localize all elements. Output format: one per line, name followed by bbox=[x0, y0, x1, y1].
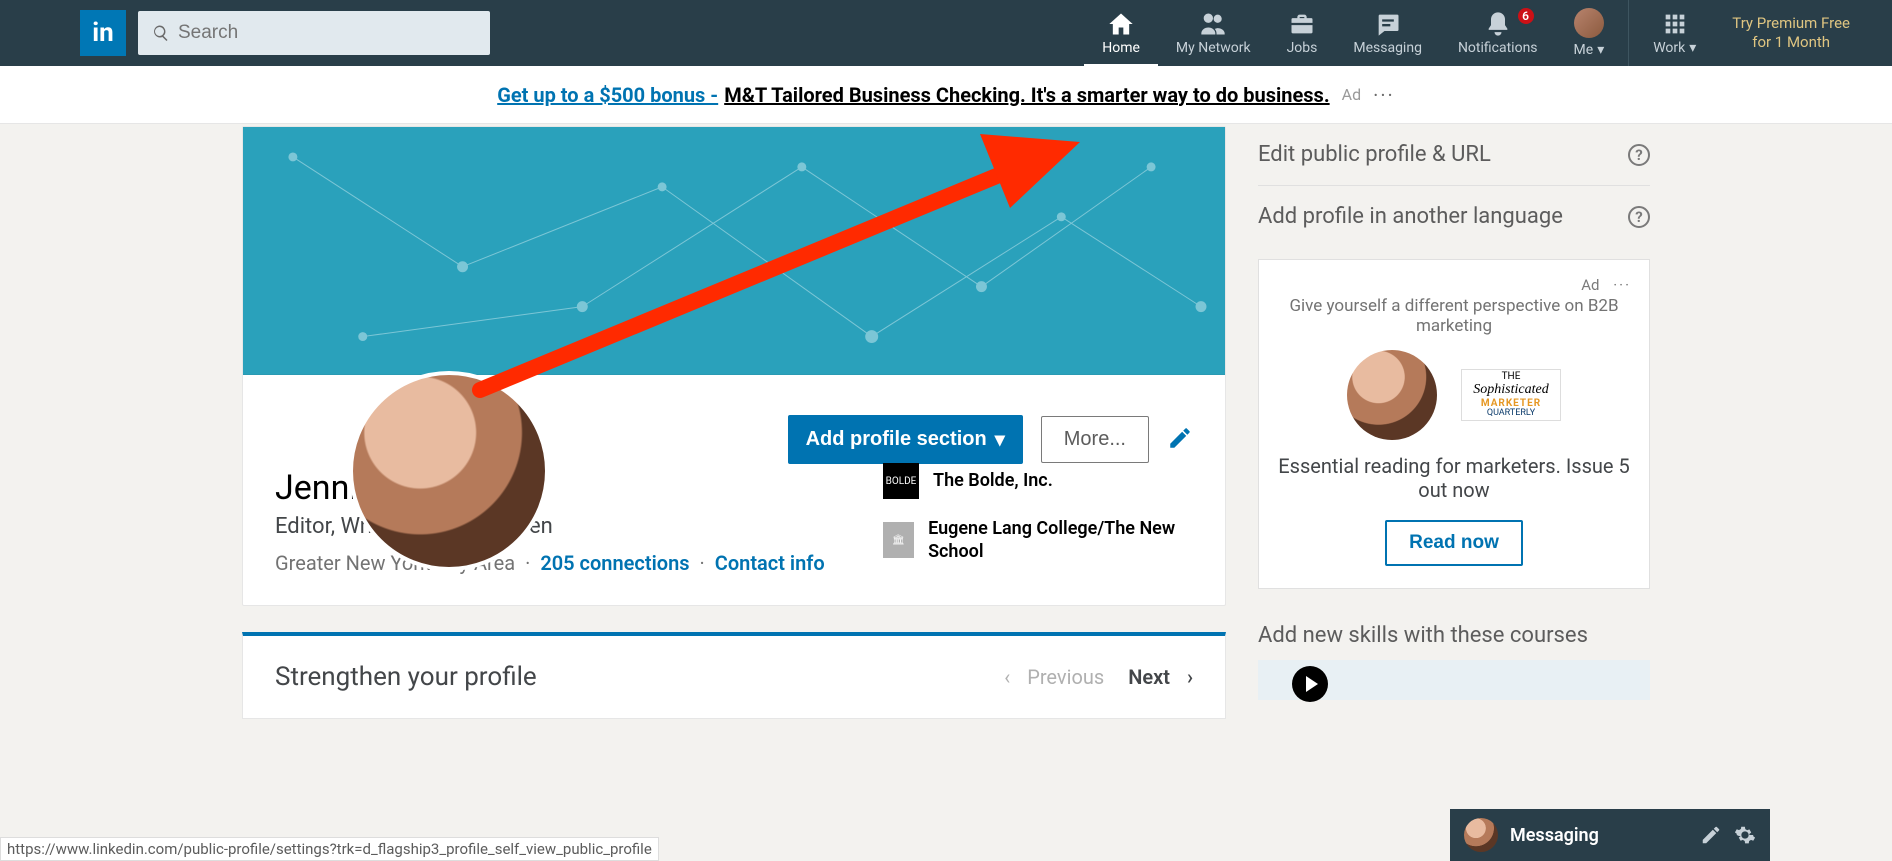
chevron-right-icon: › bbox=[1187, 665, 1193, 689]
gear-icon[interactable] bbox=[1734, 824, 1756, 846]
network-graphic-icon bbox=[243, 127, 1225, 374]
nav-divider bbox=[1628, 0, 1629, 66]
nav-messaging-label: Messaging bbox=[1353, 40, 1422, 56]
help-icon[interactable]: ? bbox=[1628, 144, 1650, 166]
nav-home[interactable]: Home bbox=[1084, 0, 1158, 66]
pager-prev[interactable]: ‹ Previous bbox=[1004, 665, 1104, 689]
search-input[interactable] bbox=[178, 22, 476, 44]
ad-cta-button[interactable]: Read now bbox=[1385, 520, 1523, 566]
nav-home-label: Home bbox=[1102, 40, 1140, 56]
avatar-icon bbox=[1464, 818, 1498, 852]
nav-work-label: Work▾ bbox=[1653, 40, 1696, 56]
grid-icon bbox=[1661, 10, 1689, 38]
adstrip-rest: M&T Tailored Business Checking. It's a s… bbox=[724, 83, 1329, 107]
nav-items: Home My Network Jobs Messaging 6 Notific… bbox=[1084, 0, 1868, 66]
messaging-icon bbox=[1374, 10, 1402, 38]
ad-dots-icon[interactable]: ··· bbox=[1613, 276, 1631, 294]
pager-next[interactable]: Next › bbox=[1128, 665, 1193, 689]
help-icon[interactable]: ? bbox=[1628, 206, 1650, 228]
chevron-left-icon: ‹ bbox=[1004, 665, 1010, 689]
adstrip-bonus: Get up to a $500 bonus - bbox=[497, 83, 718, 107]
profile-avatar[interactable] bbox=[349, 371, 549, 571]
experience-item[interactable]: 🏛 Eugene Lang College/The New School bbox=[883, 517, 1193, 564]
skills-heading: Add new skills with these courses bbox=[1258, 623, 1650, 648]
separator-dot: · bbox=[525, 551, 530, 575]
people-icon bbox=[1199, 10, 1227, 38]
experience-list: BOLDE The Bolde, Inc. 🏛 Eugene Lang Coll… bbox=[883, 463, 1193, 582]
ad-avatar-icon bbox=[1347, 350, 1437, 440]
avatar-icon bbox=[1574, 8, 1604, 38]
notif-badge: 6 bbox=[1516, 6, 1536, 26]
strengthen-title: Strengthen your profile bbox=[275, 662, 537, 692]
ad-subhead: Give yourself a different perspective on… bbox=[1277, 296, 1631, 336]
nav-notif-label: Notifications bbox=[1458, 40, 1538, 56]
nav-me-label: Me▾ bbox=[1574, 42, 1605, 58]
messaging-bar[interactable]: Messaging bbox=[1450, 809, 1770, 861]
status-url: https://www.linkedin.com/public-profile/… bbox=[0, 837, 659, 861]
pager: ‹ Previous Next › bbox=[1004, 665, 1193, 689]
nav-jobs[interactable]: Jobs bbox=[1269, 0, 1336, 66]
contact-info-link[interactable]: Contact info bbox=[715, 551, 825, 575]
cover-image[interactable] bbox=[243, 127, 1225, 375]
add-profile-section-button[interactable]: Add profile section ▾ bbox=[788, 415, 1023, 464]
bell-icon bbox=[1484, 10, 1512, 38]
messaging-title: Messaging bbox=[1510, 825, 1688, 846]
nav-network-label: My Network bbox=[1176, 40, 1251, 56]
caret-down-icon: ▾ bbox=[995, 427, 1005, 452]
company-name: The Bolde, Inc. bbox=[933, 469, 1053, 492]
search-box[interactable] bbox=[138, 11, 490, 55]
premium-line2: for 1 Month bbox=[1732, 33, 1850, 53]
separator-dot: · bbox=[700, 551, 705, 575]
strengthen-card: Strengthen your profile ‹ Previous Next … bbox=[242, 632, 1226, 719]
edit-pencil-icon[interactable] bbox=[1167, 425, 1193, 455]
more-button[interactable]: More... bbox=[1041, 416, 1149, 463]
nav-notifications[interactable]: 6 Notifications bbox=[1440, 0, 1556, 66]
nav-jobs-label: Jobs bbox=[1287, 40, 1318, 56]
company-logo-icon: BOLDE bbox=[883, 463, 919, 499]
home-icon bbox=[1107, 10, 1135, 38]
play-icon bbox=[1292, 666, 1328, 702]
nav-network[interactable]: My Network bbox=[1158, 0, 1269, 66]
ad-strip[interactable]: Get up to a $500 bonus - M&T Tailored Bu… bbox=[0, 66, 1892, 124]
briefcase-icon bbox=[1288, 10, 1316, 38]
search-icon bbox=[152, 24, 170, 42]
experience-item[interactable]: BOLDE The Bolde, Inc. bbox=[883, 463, 1193, 499]
add-section-label: Add profile section bbox=[806, 428, 987, 451]
sidebar-ad: Ad ··· Give yourself a different perspec… bbox=[1258, 259, 1650, 589]
edit-public-url-link[interactable]: Edit public profile & URL ? bbox=[1258, 124, 1650, 186]
edit-url-text: Edit public profile & URL bbox=[1258, 142, 1491, 167]
profile-card: Add profile section ▾ More... Jennifer S… bbox=[242, 126, 1226, 606]
top-nav: in Home My Network Jobs Messaging 6 Noti… bbox=[0, 0, 1892, 66]
compose-icon[interactable] bbox=[1700, 824, 1722, 846]
nav-work[interactable]: Work▾ bbox=[1635, 0, 1714, 66]
add-language-link[interactable]: Add profile in another language ? bbox=[1258, 186, 1650, 247]
nav-me[interactable]: Me▾ bbox=[1556, 0, 1623, 66]
connections-link[interactable]: 205 connections bbox=[540, 551, 689, 575]
linkedin-logo[interactable]: in bbox=[80, 10, 126, 56]
adstrip-dots-icon[interactable]: ··· bbox=[1373, 83, 1395, 107]
ad-message: Essential reading for marketers. Issue 5… bbox=[1277, 454, 1631, 502]
add-lang-text: Add profile in another language bbox=[1258, 204, 1563, 229]
premium-cta[interactable]: Try Premium Free for 1 Month bbox=[1714, 0, 1868, 66]
ad-label: Ad bbox=[1581, 276, 1599, 294]
premium-line1: Try Premium Free bbox=[1732, 14, 1850, 34]
school-logo-icon: 🏛 bbox=[883, 522, 914, 558]
ad-label-row: Ad ··· bbox=[1277, 276, 1631, 294]
nav-messaging[interactable]: Messaging bbox=[1335, 0, 1440, 66]
course-card[interactable] bbox=[1258, 660, 1650, 700]
ad-brand-logo: THE Sophisticated MARKETER QUARTERLY bbox=[1461, 369, 1561, 421]
adstrip-adlabel: Ad bbox=[1342, 85, 1361, 104]
school-name: Eugene Lang College/The New School bbox=[928, 517, 1193, 564]
